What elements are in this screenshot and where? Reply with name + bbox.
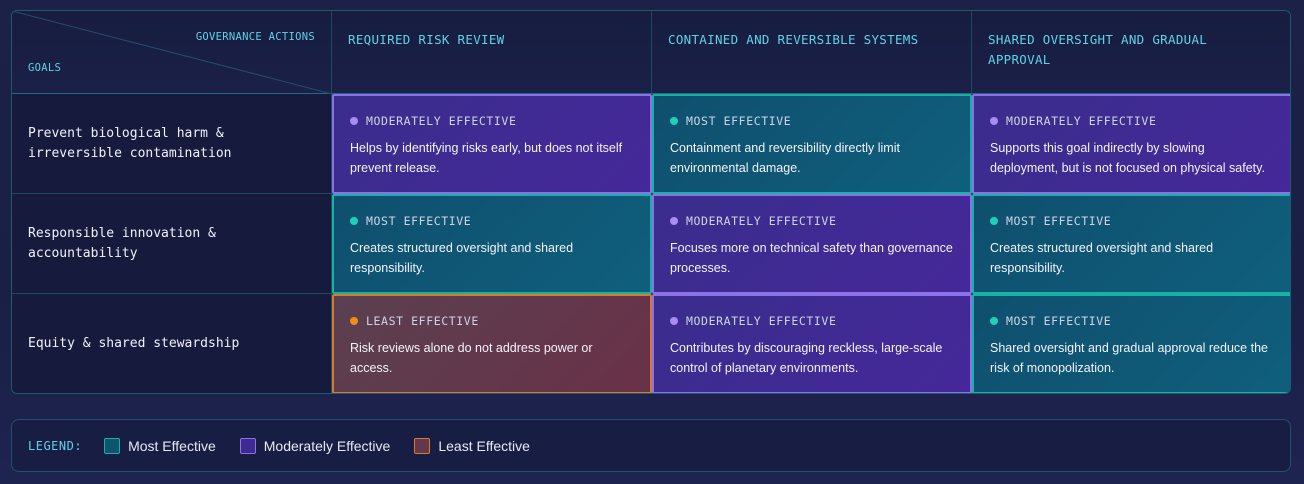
rating-label: MODERATELY EFFECTIVE xyxy=(686,314,837,328)
cell-description: Creates structured oversight and shared … xyxy=(990,241,1214,275)
rating-label: MODERATELY EFFECTIVE xyxy=(1006,114,1157,128)
matrix-cell: MOST EFFECTIVE Shared oversight and grad… xyxy=(972,294,1290,393)
cell-description: Contributes by discouraging reckless, la… xyxy=(670,341,943,375)
legend-label: Moderately Effective xyxy=(263,437,391,454)
cell-description: Focuses more on technical safety than go… xyxy=(670,241,953,275)
cell-description: Containment and reversibility directly l… xyxy=(670,141,900,175)
legend: LEGEND: Most Effective Moderately Effect… xyxy=(11,419,1291,472)
cell-description: Creates structured oversight and shared … xyxy=(350,241,574,275)
rating-label: MOST EFFECTIVE xyxy=(1006,214,1112,228)
rating-dot-icon xyxy=(990,117,998,125)
rating-dot-icon xyxy=(670,217,678,225)
rating-dot-icon xyxy=(990,317,998,325)
matrix-cell: MODERATELY EFFECTIVE Supports this goal … xyxy=(972,94,1290,194)
legend-swatch xyxy=(239,437,256,454)
column-header-risk-review: REQUIRED RISK REVIEW xyxy=(332,11,652,94)
legend-item-most: Most Effective xyxy=(104,437,216,454)
rating-dot-icon xyxy=(670,117,678,125)
rating-label: MOST EFFECTIVE xyxy=(366,214,472,228)
matrix-cell: MOST EFFECTIVE Creates structured oversi… xyxy=(972,194,1290,294)
cell-description: Risk reviews alone do not address power … xyxy=(350,341,593,375)
cell-description: Supports this goal indirectly by slowing… xyxy=(990,141,1265,175)
rating-label: LEAST EFFECTIVE xyxy=(366,314,479,328)
goals-label: GOALS xyxy=(28,62,62,74)
rating-label: MODERATELY EFFECTIVE xyxy=(366,114,517,128)
diagonal-divider xyxy=(12,11,332,94)
row-label-responsible-innovation: Responsible innovation & accountability xyxy=(12,194,332,294)
row-label-biological-harm: Prevent biological harm & irreversible c… xyxy=(12,94,332,194)
rating-label: MOST EFFECTIVE xyxy=(686,114,792,128)
governance-actions-label: GOVERNANCE ACTIONS xyxy=(195,31,315,43)
cell-description: Helps by identifying risks early, but do… xyxy=(350,141,623,175)
rating-label: MOST EFFECTIVE xyxy=(1006,314,1112,328)
matrix-cell: LEAST EFFECTIVE Risk reviews alone do no… xyxy=(332,294,652,393)
matrix-cell: MOST EFFECTIVE Containment and reversibi… xyxy=(652,94,972,194)
legend-label: Most Effective xyxy=(128,437,216,454)
rating-dot-icon xyxy=(670,317,678,325)
matrix-cell: MOST EFFECTIVE Creates structured oversi… xyxy=(332,194,652,294)
legend-item-moderate: Moderately Effective xyxy=(239,437,391,454)
matrix-cell: MODERATELY EFFECTIVE Focuses more on tec… xyxy=(652,194,972,294)
rating-dot-icon xyxy=(990,217,998,225)
column-header-shared-oversight: SHARED OVERSIGHT AND GRADUAL APPROVAL xyxy=(972,11,1290,94)
matrix-cell: MODERATELY EFFECTIVE Contributes by disc… xyxy=(652,294,972,393)
rating-dot-icon xyxy=(350,217,358,225)
rating-dot-icon xyxy=(350,317,358,325)
column-header-contained-systems: CONTAINED AND REVERSIBLE SYSTEMS xyxy=(652,11,972,94)
matrix-cell: MODERATELY EFFECTIVE Helps by identifyin… xyxy=(332,94,652,194)
rating-dot-icon xyxy=(350,117,358,125)
cell-description: Shared oversight and gradual approval re… xyxy=(990,341,1268,375)
legend-title: LEGEND: xyxy=(28,438,83,453)
legend-swatch xyxy=(104,437,121,454)
corner-header: GOVERNANCE ACTIONS GOALS xyxy=(12,11,332,94)
rating-label: MODERATELY EFFECTIVE xyxy=(686,214,837,228)
effectiveness-matrix: GOVERNANCE ACTIONS GOALS REQUIRED RISK R… xyxy=(11,10,1291,394)
legend-item-least: Least Effective xyxy=(414,437,530,454)
legend-label: Least Effective xyxy=(438,437,530,454)
row-label-equity-stewardship: Equity & shared stewardship xyxy=(12,294,332,393)
legend-swatch xyxy=(414,437,431,454)
